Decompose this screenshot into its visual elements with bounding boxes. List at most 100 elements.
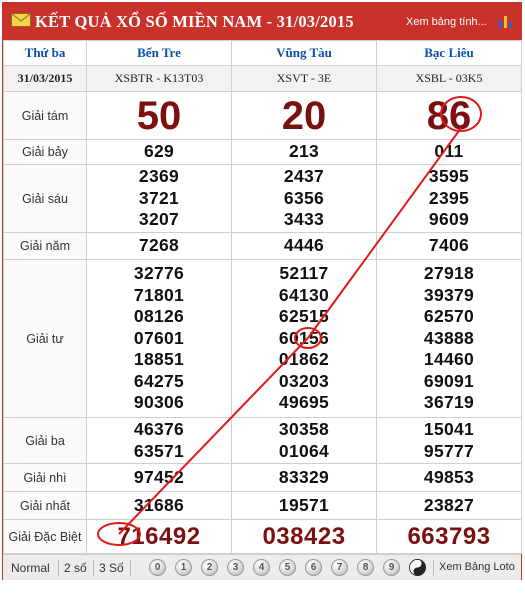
divider <box>130 560 131 576</box>
prize-row: Giải năm 7268 4446 7406 <box>3 232 522 260</box>
prize-number: 31686 <box>133 494 185 515</box>
prize-number: 71801 <box>133 284 185 305</box>
prize-label: Giải ba <box>3 417 87 464</box>
prize-number: 663793 <box>407 522 491 550</box>
prize-cell: 49853 <box>376 463 522 492</box>
prize-cell: 038423 <box>231 519 377 554</box>
prize-cell: 83329 <box>231 463 377 492</box>
prize-label: Giải năm <box>3 232 87 260</box>
loto-table-link[interactable]: Xem Bảng Loto <box>439 561 515 573</box>
prize-number: 716492 <box>117 522 201 550</box>
prize-number: 07601 <box>133 327 185 348</box>
prize-number: 60156 <box>278 327 330 348</box>
prize-number: 49853 <box>423 466 475 487</box>
prize-cell: 19571 <box>231 491 377 520</box>
prize-cell: 3595 2395 9609 <box>376 164 522 233</box>
prize-cell: 011 <box>376 139 522 165</box>
digit-filter-button[interactable]: 6 <box>305 559 322 576</box>
envelope-icon <box>11 13 31 27</box>
prize-row: Giải tư 32776 71801 08126 07601 18851 64275 903… <box>3 259 522 418</box>
mode-3-digits-button[interactable]: 3 Số <box>99 561 124 575</box>
prize-number: 18851 <box>133 349 185 370</box>
ticket-code: XSBL - 03K5 <box>376 65 522 92</box>
prize-cell: 30358 01064 <box>231 417 377 464</box>
day-cell: Thứ ba <box>3 40 87 66</box>
digit-filter-button[interactable]: 1 <box>175 559 192 576</box>
prize-cell: 23827 <box>376 491 522 520</box>
prize-number: 08126 <box>133 306 185 327</box>
footer-bar: Normal 2 số 3 Số 0123456789 Xem Bảng Lot… <box>3 554 521 580</box>
prize-cell: 27918 39379 62570 43888 14460 69091 36719 <box>376 259 522 418</box>
prize-row: Giải tám 50 20 86 <box>3 91 522 140</box>
prize-number: 9609 <box>428 209 470 230</box>
prize-row: Giải nhì 97452 83329 49853 <box>3 463 522 492</box>
prize-cell: 629 <box>86 139 232 165</box>
prize-label: Giải bảy <box>3 139 87 165</box>
prize-number: 64275 <box>133 370 185 391</box>
digit-filter-button[interactable]: 3 <box>227 559 244 576</box>
prize-label: Giải nhì <box>3 463 87 492</box>
prize-number: 36719 <box>423 392 475 413</box>
code-row: 31/03/2015 XSBTR - K13T03 XSVT - 3E XSBL… <box>3 65 522 92</box>
prize-number: 03203 <box>278 370 330 391</box>
prize-number: 2437 <box>283 166 325 187</box>
divider <box>93 560 94 576</box>
prize-rows: Giải tám 50 20 86 Giải bảy 629 213 011 Giải sáu 2… <box>3 91 522 554</box>
prize-row: Giải sáu 2369 3721 3207 2437 6356 3433 3595 2395… <box>3 164 522 233</box>
province-vung-tau[interactable]: Vũng Tàu <box>231 40 377 66</box>
prize-label: Giải nhất <box>3 491 87 520</box>
prize-row: Giải bảy 629 213 011 <box>3 139 522 165</box>
digit-filter-button[interactable]: 9 <box>383 559 400 576</box>
prize-cell: 46376 63571 <box>86 417 232 464</box>
digit-filter-button[interactable]: 5 <box>279 559 296 576</box>
prize-number: 7406 <box>428 235 470 256</box>
prize-row: Giải nhất 31686 19571 23827 <box>3 491 522 520</box>
prize-number: 14460 <box>423 349 475 370</box>
prize-label: Giải sáu <box>3 164 87 233</box>
prize-number: 69091 <box>423 370 475 391</box>
province-ben-tre[interactable]: Bến Tre <box>86 40 232 66</box>
chart-link[interactable]: Xem bảng tính... <box>406 16 487 28</box>
digit-filter-button[interactable]: 7 <box>331 559 348 576</box>
prize-cell: 7406 <box>376 232 522 260</box>
digit-filter-button[interactable]: 2 <box>201 559 218 576</box>
mode-2-digits-button[interactable]: 2 số <box>64 561 87 575</box>
prize-number: 62570 <box>423 306 475 327</box>
prize-number: 3595 <box>428 166 470 187</box>
province-header-row: Thứ ba Bến Tre Vũng Tàu Bạc Liêu <box>3 40 522 66</box>
prize-number: 01064 <box>278 440 330 461</box>
digit-filter-button[interactable]: 0 <box>149 559 166 576</box>
prize-number: 01862 <box>278 349 330 370</box>
prize-cell: 52117 64130 62515 60156 01862 03203 49695 <box>231 259 377 418</box>
yin-yang-icon[interactable] <box>409 559 426 576</box>
prize-number: 2395 <box>428 187 470 208</box>
title-bar: KẾT QUẢ XỔ SỐ MIỀN NAM - 31/03/2015 Xem … <box>3 3 521 40</box>
prize-number: 64130 <box>278 284 330 305</box>
prize-number: 23827 <box>423 494 475 515</box>
prize-number: 3207 <box>138 209 180 230</box>
prize-number: 20 <box>281 93 327 138</box>
prize-number: 83329 <box>278 466 330 487</box>
date-cell: 31/03/2015 <box>3 65 87 92</box>
prize-number: 7268 <box>138 235 180 256</box>
prize-cell: 86 <box>376 91 522 140</box>
bar-chart-icon[interactable] <box>498 14 514 28</box>
prize-number: 43888 <box>423 327 475 348</box>
prize-number: 15041 <box>423 419 475 439</box>
prize-cell: 213 <box>231 139 377 165</box>
prize-cell: 15041 95777 <box>376 417 522 464</box>
prize-number: 52117 <box>279 263 329 284</box>
prize-row: Giải ba 46376 63571 30358 01064 15041 95777 <box>3 417 522 464</box>
prize-cell: 2437 6356 3433 <box>231 164 377 233</box>
digit-filter-button[interactable]: 8 <box>357 559 374 576</box>
prize-number: 4446 <box>283 235 325 256</box>
prize-cell: 7268 <box>86 232 232 260</box>
province-bac-lieu[interactable]: Bạc Liêu <box>376 40 522 66</box>
mode-normal-button[interactable]: Normal <box>11 561 50 575</box>
prize-number: 46376 <box>133 419 185 439</box>
prize-number: 90306 <box>133 392 185 413</box>
digit-filter-button[interactable]: 4 <box>253 559 270 576</box>
prize-label: Giải tư <box>3 259 87 418</box>
prize-number: 95777 <box>423 440 475 461</box>
prize-number: 011 <box>434 141 464 162</box>
